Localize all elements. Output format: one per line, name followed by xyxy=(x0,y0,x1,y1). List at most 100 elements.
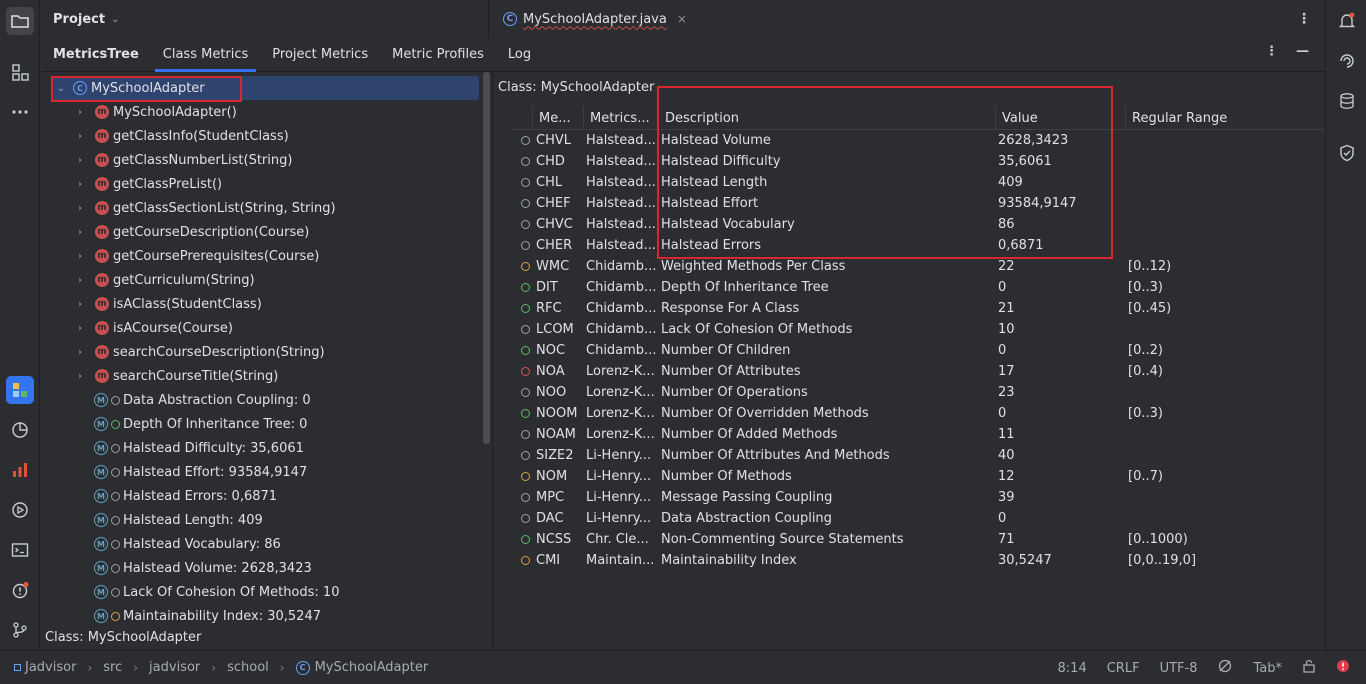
database-icon[interactable] xyxy=(1334,88,1360,114)
chevron-right-icon[interactable]: › xyxy=(74,155,86,166)
column-header-regular-range[interactable]: Regular Range xyxy=(1125,106,1325,130)
notifications-icon[interactable] xyxy=(1334,8,1360,34)
git-icon[interactable] xyxy=(6,616,34,644)
tab-class-metrics[interactable]: Class Metrics xyxy=(151,38,261,72)
chevron-right-icon[interactable]: › xyxy=(74,275,86,286)
chevron-right-icon[interactable]: › xyxy=(74,227,86,238)
breadcrumb-item-jadvisor[interactable]: Jadvisor xyxy=(14,660,76,675)
tree-method-node[interactable]: › m searchCourseTitle(String) xyxy=(41,364,481,388)
tree-scrollbar[interactable] xyxy=(483,72,490,444)
statistics-icon[interactable] xyxy=(6,456,34,484)
table-row[interactable]: CMI Maintain... Maintainability Index 30… xyxy=(510,550,1325,571)
structure-icon[interactable] xyxy=(6,58,34,86)
breadcrumb-item-src[interactable]: src xyxy=(103,660,122,675)
breadcrumb-item-class[interactable]: C MySchoolAdapter xyxy=(295,660,428,675)
tree-method-node[interactable]: › m getCourseDescription(Course) xyxy=(41,220,481,244)
breadcrumb-item-school[interactable]: school xyxy=(227,660,269,675)
editor-tab-myschooladapter[interactable]: C MySchoolAdapter.java × xyxy=(489,0,687,38)
column-header-metric[interactable]: Me... xyxy=(532,106,583,130)
project-view-header[interactable]: Project ⌄ xyxy=(41,0,488,38)
column-header-metrics-set[interactable]: Metrics... xyxy=(583,106,658,130)
table-row[interactable]: NOM Li-Henry... Number Of Methods 12 [0.… xyxy=(510,466,1325,487)
ai-assistant-icon[interactable] xyxy=(1334,48,1360,74)
tree-metric-node[interactable]: M Depth Of Inheritance Tree: 0 xyxy=(41,412,481,436)
table-row[interactable]: NOAM Lorenz-K... Number Of Added Methods… xyxy=(510,424,1325,445)
error-indicator-icon[interactable] xyxy=(1336,659,1350,677)
table-row[interactable]: CHEF Halstead... Halstead Effort 93584,9… xyxy=(510,193,1325,214)
column-header-description[interactable]: Description xyxy=(658,106,995,130)
chevron-right-icon[interactable]: › xyxy=(74,371,86,382)
indent-setting[interactable]: Tab* xyxy=(1253,661,1282,676)
chevron-right-icon[interactable]: › xyxy=(74,179,86,190)
run-icon[interactable] xyxy=(6,496,34,524)
tree-metric-node[interactable]: M Halstead Errors: 0,6871 xyxy=(41,484,481,508)
tree-metric-node[interactable]: M Lack Of Cohesion Of Methods: 10 xyxy=(41,580,481,604)
chevron-down-icon[interactable]: ⌄ xyxy=(55,83,67,94)
table-row[interactable]: CHL Halstead... Halstead Length 409 xyxy=(510,172,1325,193)
table-row[interactable]: MPC Li-Henry... Message Passing Coupling… xyxy=(510,487,1325,508)
tab-log[interactable]: Log xyxy=(496,38,543,71)
tree-method-node[interactable]: › m getClassPreList() xyxy=(41,172,481,196)
table-row[interactable]: CHER Halstead... Halstead Errors 0,6871 xyxy=(510,235,1325,256)
tree-method-node[interactable]: › m MySchoolAdapter() xyxy=(41,100,481,124)
table-row[interactable]: RFC Chidamb... Response For A Class 21 [… xyxy=(510,298,1325,319)
chevron-right-icon[interactable]: › xyxy=(74,203,86,214)
tree-metric-node[interactable]: M Halstead Effort: 93584,9147 xyxy=(41,460,481,484)
tab-project-metrics[interactable]: Project Metrics xyxy=(260,38,380,71)
tree-metric-node[interactable]: M Halstead Vocabulary: 86 xyxy=(41,532,481,556)
tree-metric-node[interactable]: M Data Abstraction Coupling: 0 xyxy=(41,388,481,412)
no-inspections-icon[interactable] xyxy=(1217,658,1233,678)
table-row[interactable]: NOC Chidamb... Number Of Children 0 [0..… xyxy=(510,340,1325,361)
shield-icon[interactable] xyxy=(1334,140,1360,166)
close-icon[interactable]: × xyxy=(677,12,687,26)
table-row[interactable]: CHVL Halstead... Halstead Volume 2628,34… xyxy=(510,130,1325,151)
tree-method-node[interactable]: › m isACourse(Course) xyxy=(41,316,481,340)
tab-metric-profiles[interactable]: Metric Profiles xyxy=(380,38,496,71)
tree-method-node[interactable]: › m getCurriculum(String) xyxy=(41,268,481,292)
lock-icon[interactable] xyxy=(1302,659,1316,677)
table-row[interactable]: CHVC Halstead... Halstead Vocabulary 86 xyxy=(510,214,1325,235)
table-row[interactable]: NCSS Chr. Cle... Non-Commenting Source S… xyxy=(510,529,1325,550)
chevron-right-icon[interactable]: › xyxy=(74,251,86,262)
chevron-right-icon[interactable]: › xyxy=(74,107,86,118)
tree-root-node[interactable]: ⌄ C MySchoolAdapter xyxy=(51,76,479,100)
chevron-right-icon[interactable]: › xyxy=(74,323,86,334)
table-row[interactable]: CHD Halstead... Halstead Difficulty 35,6… xyxy=(510,151,1325,172)
folder-icon[interactable] xyxy=(6,7,34,35)
more-vertical-icon[interactable]: ⋮ xyxy=(1297,11,1311,27)
table-row[interactable]: NOA Lorenz-K... Number Of Attributes 17 … xyxy=(510,361,1325,382)
chevron-right-icon[interactable]: › xyxy=(74,131,86,142)
tree-method-node[interactable]: › m getClassNumberList(String) xyxy=(41,148,481,172)
metrics-tree-icon[interactable] xyxy=(6,376,34,404)
chevron-right-icon[interactable]: › xyxy=(74,347,86,358)
chevron-right-icon[interactable]: › xyxy=(74,299,86,310)
tree-method-node[interactable]: › m isAClass(StudentClass) xyxy=(41,292,481,316)
table-row[interactable]: LCOM Chidamb... Lack Of Cohesion Of Meth… xyxy=(510,319,1325,340)
column-header-value[interactable]: Value xyxy=(995,106,1125,130)
file-encoding[interactable]: UTF-8 xyxy=(1160,661,1198,676)
tree-metric-node[interactable]: M Halstead Volume: 2628,3423 xyxy=(41,556,481,580)
tab-metrics-tree[interactable]: MetricsTree xyxy=(41,38,151,71)
tree-metric-node[interactable]: M Halstead Difficulty: 35,6061 xyxy=(41,436,481,460)
options-icon[interactable]: ⋮ xyxy=(1265,44,1278,59)
tree-metric-node[interactable]: M Halstead Length: 409 xyxy=(41,508,481,532)
caret-position[interactable]: 8:14 xyxy=(1058,661,1087,676)
tree-method-node[interactable]: › m getClassInfo(StudentClass) xyxy=(41,124,481,148)
table-row[interactable]: NOOM Lorenz-K... Number Of Overridden Me… xyxy=(510,403,1325,424)
more-tools-icon[interactable] xyxy=(6,98,34,126)
editor-tab-label[interactable]: MySchoolAdapter.java xyxy=(523,12,667,27)
profiler-icon[interactable] xyxy=(6,416,34,444)
table-row[interactable]: WMC Chidamb... Weighted Methods Per Clas… xyxy=(510,256,1325,277)
project-title[interactable]: Project xyxy=(53,12,105,27)
chevron-down-icon[interactable]: ⌄ xyxy=(111,14,119,25)
table-row[interactable]: NOO Lorenz-K... Number Of Operations 23 xyxy=(510,382,1325,403)
table-row[interactable]: DIT Chidamb... Depth Of Inheritance Tree… xyxy=(510,277,1325,298)
problems-icon[interactable] xyxy=(6,576,34,604)
tree-method-node[interactable]: › m getClassSectionList(String, String) xyxy=(41,196,481,220)
tree-method-node[interactable]: › m searchCourseDescription(String) xyxy=(41,340,481,364)
table-row[interactable]: SIZE2 Li-Henry... Number Of Attributes A… xyxy=(510,445,1325,466)
line-separator[interactable]: CRLF xyxy=(1107,661,1140,676)
minimize-icon[interactable]: — xyxy=(1296,44,1309,59)
breadcrumb-item-jadvisor-pkg[interactable]: jadvisor xyxy=(149,660,200,675)
table-row[interactable]: DAC Li-Henry... Data Abstraction Couplin… xyxy=(510,508,1325,529)
